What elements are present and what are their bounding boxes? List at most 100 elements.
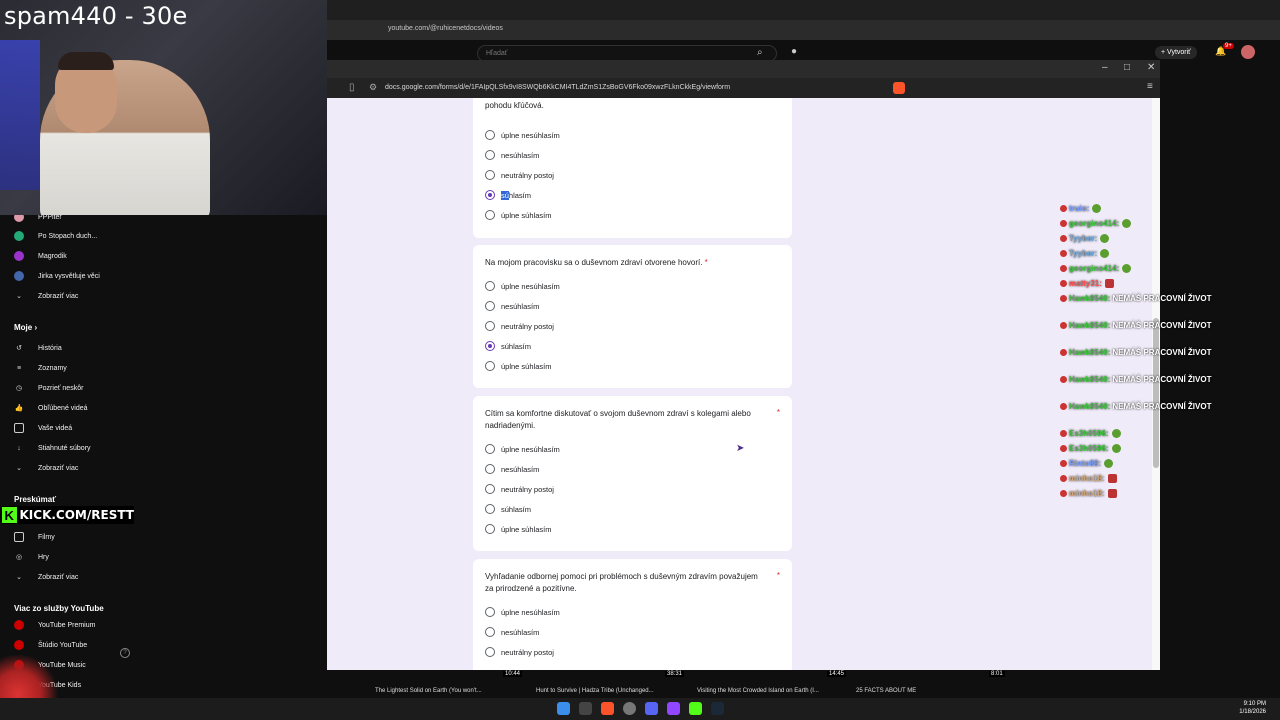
video-duration: 14:45 (827, 671, 847, 677)
chat-badge-icon (1060, 490, 1067, 497)
question-text: Na mojom pracovisku sa o duševnom zdraví… (485, 257, 765, 269)
radio-button[interactable] (485, 607, 495, 617)
chat-message: matty31: (1060, 279, 1114, 288)
chat-username: Hawk8540: (1069, 375, 1111, 384)
radio-button[interactable] (485, 627, 495, 637)
radio-option[interactable]: nesúhlasím (485, 299, 539, 313)
sidebar-item-zoznamy[interactable]: ≡ Zoznamy (0, 359, 110, 377)
create-button[interactable]: + Vytvoriť (1155, 46, 1197, 59)
kick-icon[interactable] (689, 702, 702, 715)
radio-button[interactable] (485, 170, 495, 180)
sidebar-show-more-moje[interactable]: ⌄ Zobraziť viac (0, 459, 110, 477)
site-settings-icon[interactable]: ⚙ (369, 82, 377, 93)
radio-option[interactable]: súhlasím (485, 502, 531, 516)
discord-icon[interactable] (645, 702, 658, 715)
radio-option[interactable]: nesúhlasím (485, 625, 539, 639)
moje-header[interactable]: Moje › (14, 323, 37, 332)
chat-message: Hawk8540: NEMÁŠ PRACOVNÍ ŽIVOT (1060, 321, 1211, 330)
radio-button[interactable] (485, 444, 495, 454)
radio-button[interactable] (485, 341, 495, 351)
radio-button[interactable] (485, 464, 495, 474)
explore-header: Preskúmať (14, 495, 57, 504)
radio-option[interactable]: úplne nesúhlasím (485, 605, 560, 619)
sidebar-item-premium[interactable]: YouTube Premium (0, 616, 110, 634)
sidebar-show-more-subs[interactable]: ⌄ Zobraziť viac (0, 287, 110, 305)
radio-option[interactable]: úplne nesúhlasím (485, 279, 560, 293)
sidebar-item-filmy[interactable]: Filmy (0, 528, 110, 546)
radio-option-selected[interactable]: súhlasím (485, 339, 531, 353)
radio-button[interactable] (485, 130, 495, 140)
video-title[interactable]: Hunt to Survive | Hadza Tribe (Unchanged… (536, 688, 654, 694)
minimize-icon[interactable]: – (1102, 62, 1108, 73)
brave-shield-icon[interactable] (893, 82, 905, 94)
video-title[interactable]: 25 FACTS ABOUT ME (856, 688, 916, 694)
steam-icon[interactable] (711, 702, 724, 715)
sidebar-sub-magrodik[interactable]: Magrodik (0, 247, 110, 265)
sidebar-item-watch-later[interactable]: ◷ Pozrieť neskôr (0, 379, 110, 397)
microphone-icon[interactable]: ● (791, 46, 797, 57)
start-icon[interactable] (557, 702, 570, 715)
help-icon[interactable]: ? (120, 648, 130, 658)
search-icon[interactable]: ⌕ (757, 47, 763, 58)
video-title[interactable]: Visiting the Most Crowded Island on Eart… (697, 688, 819, 694)
avatar[interactable] (1241, 45, 1255, 59)
maximize-icon[interactable]: □ (1124, 62, 1130, 73)
chat-username: Hawk8540: (1069, 348, 1111, 357)
sidebar-item-liked[interactable]: 👍 Obľúbené videá (0, 399, 110, 417)
chat-badge-icon (1060, 295, 1067, 302)
radio-button[interactable] (485, 484, 495, 494)
bookmark-icon[interactable]: ▯ (349, 82, 355, 93)
radio-option-selected[interactable]: súhlasím (485, 188, 531, 202)
radio-option[interactable]: úplne súhlasím (485, 522, 551, 536)
sidebar-item-downloads[interactable]: ↓ Stiahnuté súbory (0, 439, 110, 457)
required-mark: * (704, 258, 708, 267)
radio-option[interactable]: úplne nesúhlasím (485, 442, 560, 456)
chat-username: Rinto88: (1069, 459, 1101, 468)
close-icon[interactable]: ✕ (1147, 62, 1155, 73)
twitch-icon[interactable] (667, 702, 680, 715)
radio-button[interactable] (485, 210, 495, 220)
radio-button[interactable] (485, 321, 495, 331)
radio-button[interactable] (485, 301, 495, 311)
sidebar-item-label: Štúdio YouTube (38, 641, 88, 649)
docs-url[interactable]: docs.google.com/forms/d/e/1FAIpQLSfx9vI8… (385, 84, 730, 91)
task-view-icon[interactable] (579, 702, 592, 715)
sidebar-item-label: YouTube Premium (38, 621, 96, 629)
sidebar-item-studio[interactable]: Štúdio YouTube (0, 636, 110, 654)
radio-option[interactable]: neutrálny postoj (485, 319, 554, 333)
radio-option[interactable]: úplne nesúhlasím (485, 128, 560, 142)
radio-option[interactable]: nesúhlasím (485, 462, 539, 476)
radio-button[interactable] (485, 647, 495, 657)
sidebar-item-historia[interactable]: ↺ História (0, 339, 110, 357)
radio-button[interactable] (485, 361, 495, 371)
chat-emote-icon (1100, 234, 1110, 243)
sidebar-item-label: Jirka vysvětluje věci (38, 272, 100, 280)
chat-message: Es3h0596: (1060, 429, 1121, 438)
sidebar-item-your-videos[interactable]: Vaše videá (0, 419, 110, 437)
brave-icon[interactable] (601, 702, 614, 715)
video-title[interactable]: The Lightest Solid on Earth (You won't..… (375, 688, 482, 694)
chat-username: georgino414: (1069, 219, 1120, 228)
radio-option[interactable]: úplne súhlasím (485, 208, 551, 222)
sidebar-show-more-explore[interactable]: ⌄ Zobraziť viac (0, 568, 110, 586)
radio-button[interactable] (485, 150, 495, 160)
radio-button[interactable] (485, 190, 495, 200)
sidebar-item-label: Zoznamy (38, 364, 67, 372)
radio-option[interactable]: neutrálny postoj (485, 645, 554, 659)
sidebar-sub-jirka[interactable]: Jirka vysvětluje věci (0, 267, 110, 285)
sidebar-item-hry[interactable]: ◎ Hry (0, 548, 110, 566)
radio-button[interactable] (485, 524, 495, 534)
sidebar-sub-po-stopach[interactable]: Po Stopach duch... (0, 227, 110, 245)
radio-option[interactable]: neutrálny postoj (485, 482, 554, 496)
radio-option[interactable]: úplne súhlasím (485, 359, 551, 373)
menu-icon[interactable]: ≡ (1147, 81, 1153, 92)
radio-option[interactable]: neutrálny postoj (485, 168, 554, 182)
option-label: nesúhlasím (501, 150, 540, 160)
selected-text-highlight: sú (501, 190, 509, 200)
radio-button[interactable] (485, 504, 495, 514)
radio-option[interactable]: nesúhlasím (485, 148, 539, 162)
radio-button[interactable] (485, 281, 495, 291)
youtube-url[interactable]: youtube.com/@ruhicenetdocs/videos (388, 25, 503, 32)
system-clock[interactable]: 9:10 PM 1/18/2026 (1239, 700, 1266, 716)
obs-icon[interactable] (623, 702, 636, 715)
